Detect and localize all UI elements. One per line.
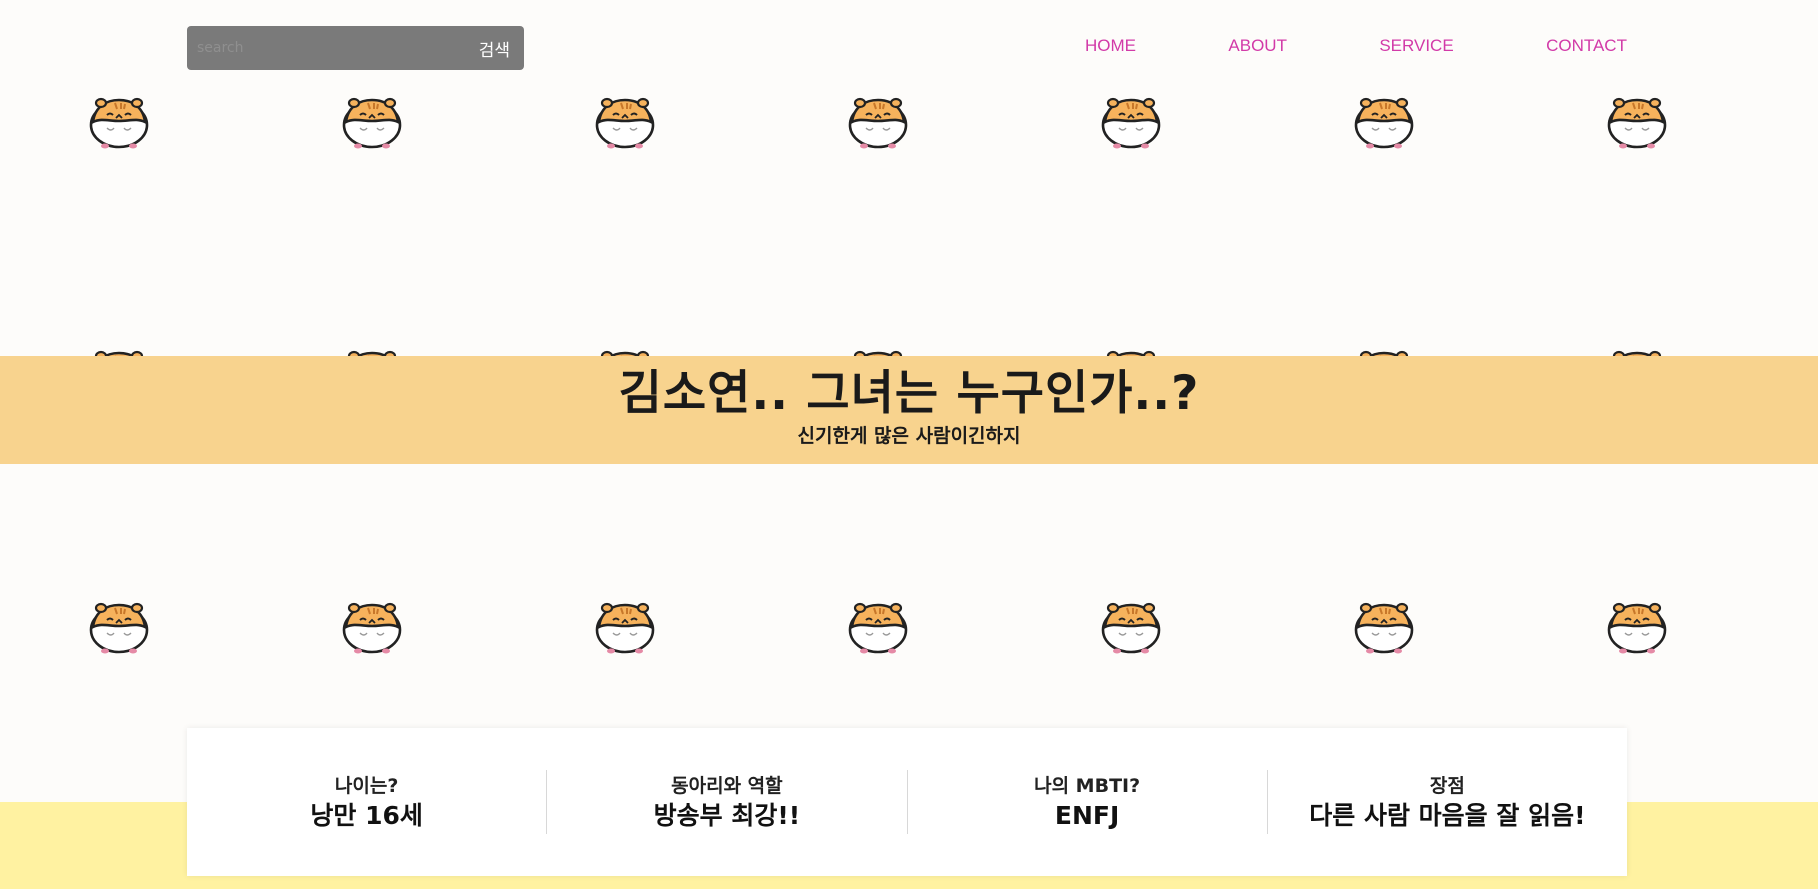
hamster-icon (1605, 94, 1669, 150)
nav-service-link[interactable]: SERVICE (1379, 36, 1453, 56)
hamster-icon (1099, 599, 1163, 655)
profile-info-card: 나이는? 낭만 16세 동아리와 역할 방송부 최강!! 나의 MBTI? EN… (187, 728, 1627, 876)
nav-home-link[interactable]: HOME (1085, 36, 1136, 56)
hamster-icon (593, 599, 657, 655)
info-question: 나의 MBTI? (1034, 775, 1141, 797)
info-item-strength: 장점 다른 사람 마음을 잘 읽음! (1266, 770, 1627, 834)
main-nav: HOME ABOUT SERVICE CONTACT (1085, 36, 1627, 56)
hamster-icon (1099, 94, 1163, 150)
page: 검색 HOME ABOUT SERVICE CONTACT 김소연.. 그녀는 … (0, 0, 1818, 889)
nav-contact-link[interactable]: CONTACT (1546, 36, 1627, 56)
hamster-icon (846, 599, 910, 655)
search-input[interactable] (197, 26, 479, 70)
hamster-icon (340, 599, 404, 655)
page-title: 김소연.. 그녀는 누구인가..? (618, 366, 1200, 421)
info-answer: ENFJ (1054, 801, 1120, 830)
hero-banner: 김소연.. 그녀는 누구인가..? 신기한게 많은 사람이긴하지 (0, 356, 1818, 464)
info-question: 장점 (1429, 775, 1465, 797)
hamster-icon (87, 599, 151, 655)
hamster-icon (87, 94, 151, 150)
info-question: 동아리와 역할 (671, 775, 783, 797)
search-button[interactable]: 검색 (479, 36, 510, 61)
hamster-icon (1352, 599, 1416, 655)
info-item-age: 나이는? 낭만 16세 (187, 770, 546, 834)
hamster-icon (593, 94, 657, 150)
info-item-club: 동아리와 역할 방송부 최강!! (546, 770, 906, 834)
info-question: 나이는? (334, 775, 399, 797)
info-item-mbti: 나의 MBTI? ENFJ (906, 770, 1267, 834)
nav-about-link[interactable]: ABOUT (1228, 36, 1287, 56)
hamster-icon (1605, 599, 1669, 655)
hamster-icon (846, 94, 910, 150)
page-subtitle: 신기한게 많은 사람이긴하지 (797, 425, 1021, 447)
info-answer: 방송부 최강!! (653, 801, 801, 830)
hamster-icon (1352, 94, 1416, 150)
info-answer: 낭만 16세 (310, 801, 423, 830)
info-answer: 다른 사람 마음을 잘 읽음! (1309, 801, 1586, 830)
hamster-icon (340, 94, 404, 150)
search-box: 검색 (187, 26, 524, 70)
